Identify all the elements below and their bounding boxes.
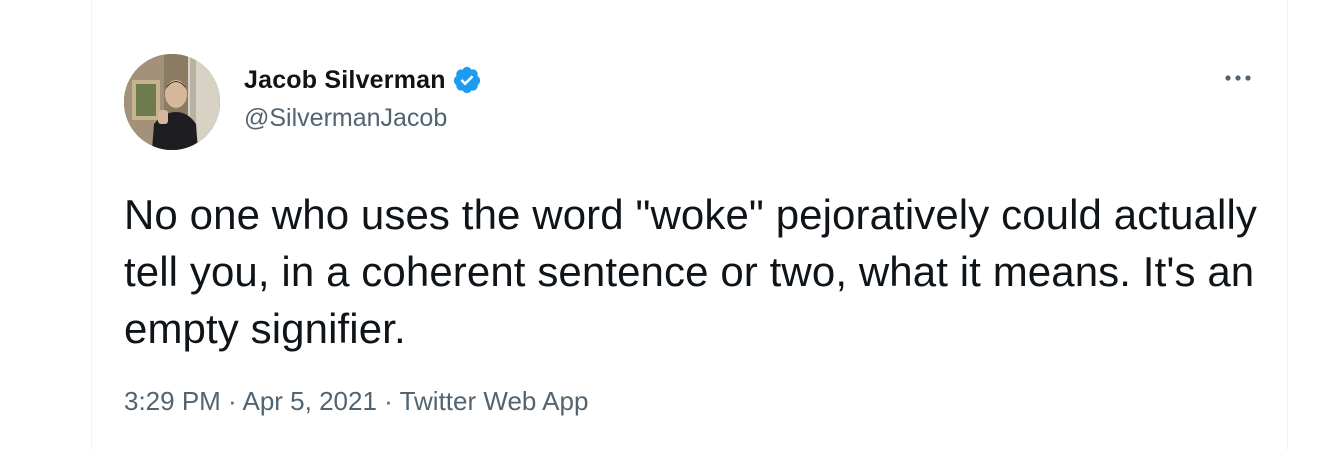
meta-separator: ·: [376, 386, 400, 416]
tweet-text: No one who uses the word "woke" pejorati…: [124, 191, 1257, 352]
tweet-date[interactable]: Apr 5, 2021: [243, 386, 377, 416]
tweet-screenshot: Jacob Silverman @SilvermanJacob No one w…: [0, 0, 1330, 450]
tweet-time[interactable]: 3:29 PM: [124, 386, 221, 416]
verified-badge-icon: [452, 65, 482, 95]
author-avatar[interactable]: [124, 54, 220, 150]
ellipsis-horizontal-icon: [1225, 75, 1251, 81]
more-options-button[interactable]: [1220, 64, 1256, 92]
tweet-source[interactable]: Twitter Web App: [400, 386, 589, 416]
author-display-name[interactable]: Jacob Silverman: [244, 66, 446, 95]
author-handle[interactable]: @SilvermanJacob: [244, 104, 447, 133]
tweet-metadata: 3:29 PM · Apr 5, 2021 · Twitter Web App: [124, 386, 588, 417]
author-name-row: Jacob Silverman: [244, 62, 482, 98]
meta-separator: ·: [220, 386, 243, 416]
avatar-photo: [124, 54, 220, 150]
